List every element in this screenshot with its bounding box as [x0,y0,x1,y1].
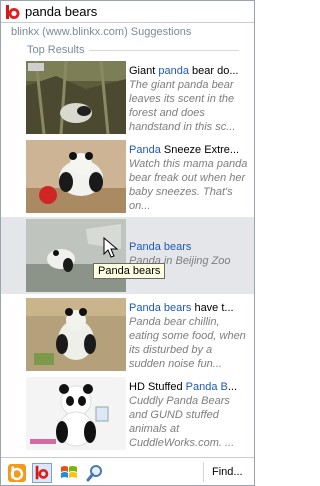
provider-bar: Find... [1,457,254,485]
video-thumbnail[interactable] [26,298,126,371]
result-title-match: Panda [129,144,161,156]
result-item[interactable]: Giant panda bear do... The giant panda b… [1,59,254,136]
result-title[interactable]: Giant panda bear do... [129,64,251,78]
windows-live-icon[interactable] [59,463,79,483]
result-title-match: Panda B [185,381,228,393]
blinkx-logo-icon[interactable] [4,4,22,20]
result-title-rest: have t... [191,302,234,314]
result-description: Cuddly Panda Bears and GUND stuffed anim… [129,395,235,449]
find-button[interactable]: Find... [212,466,243,478]
result-title-text: Giant [129,65,159,77]
result-item[interactable]: HD Stuffed Panda B... Cuddly Panda Bears… [1,375,254,452]
result-title-match: panda [158,65,189,77]
video-thumbnail[interactable] [26,377,126,450]
result-title-match: Panda bears [129,241,192,253]
mouse-pointer-icon [103,237,119,258]
orange-provider-icon[interactable] [7,463,27,483]
section-title: Top Results [27,44,85,56]
result-title-text: HD Stuffed [129,381,186,393]
result-title-rest: Sneeze Extre... [160,144,240,156]
provider-label: blinkx (www.blinkx.com) Suggestions [11,26,192,38]
result-title-rest: ... [227,381,238,393]
blinkx-provider-icon[interactable] [32,463,52,483]
result-description: Panda bear chillin, eating some food, wh… [129,316,246,370]
result-description: The giant panda bear leaves its scent in… [129,79,236,133]
result-title[interactable]: Panda bears have t... [129,301,251,315]
result-item-hovered[interactable]: Panda bears Panda in Beijing Zoo [1,217,254,294]
result-title[interactable]: Panda Sneeze Extre... [129,143,251,157]
tooltip: Panda bears [93,263,166,279]
result-title-rest: bear do... [188,65,239,77]
result-description: Watch this mama panda bear freak out whe… [129,158,248,212]
result-title[interactable]: Panda bears [129,240,251,254]
search-bar [1,1,254,23]
result-item[interactable]: Panda bears have t... Panda bear chillin… [1,296,254,373]
search-suggestions-popup: blinkx (www.blinkx.com) Suggestions Top … [0,0,255,486]
section-divider [89,50,239,51]
result-item[interactable]: Panda Sneeze Extre... Watch this mama pa… [1,138,254,215]
search-icon[interactable] [85,463,105,483]
result-title-match: Panda bears [129,302,192,314]
bar-divider [203,462,204,482]
search-input[interactable] [25,3,249,20]
video-thumbnail[interactable] [26,140,126,213]
result-title[interactable]: HD Stuffed Panda B... [129,380,251,394]
video-thumbnail[interactable] [26,61,126,134]
